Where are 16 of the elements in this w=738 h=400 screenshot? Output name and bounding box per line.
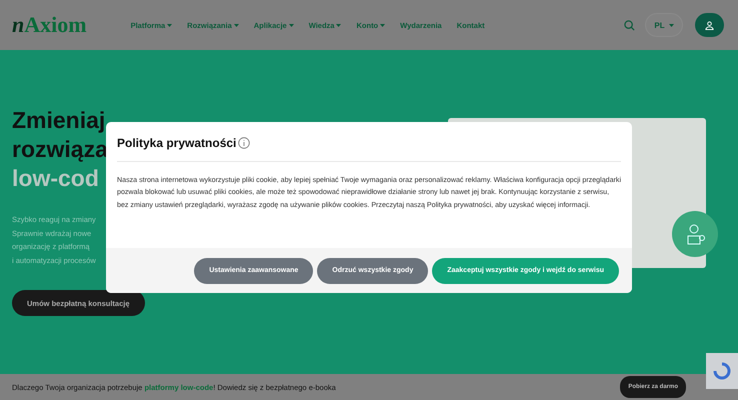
hero-title: Zmieniaj (12, 106, 106, 135)
caret-icon (380, 24, 386, 26)
logo[interactable]: nAxiom (12, 12, 87, 38)
recaptcha-icon (706, 353, 738, 389)
caret-icon (668, 24, 674, 26)
hero-title-accent: low-cod (12, 164, 99, 193)
caret-icon (167, 24, 172, 26)
dialog-title: Polityka prywatności (117, 136, 236, 150)
account-button[interactable] (695, 13, 724, 37)
language-select[interactable]: PL (645, 13, 683, 37)
user-icon (705, 20, 714, 30)
caret-icon (288, 24, 294, 26)
hero-title: rozwiąza (12, 135, 108, 164)
info-icon[interactable] (238, 137, 250, 149)
caret-icon (336, 24, 342, 26)
caret-icon (234, 24, 239, 26)
